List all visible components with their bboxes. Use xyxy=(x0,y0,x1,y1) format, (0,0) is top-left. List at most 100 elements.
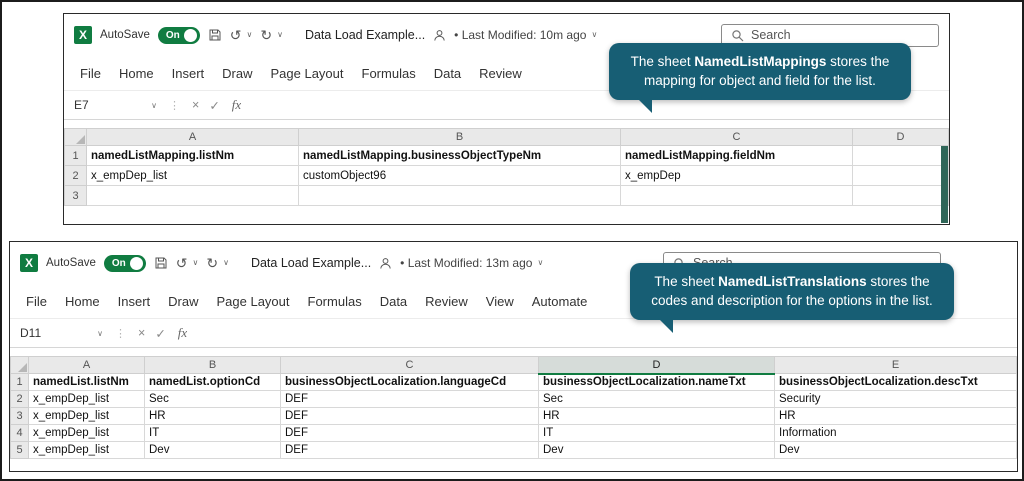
cell-A1[interactable]: namedList.listNm xyxy=(28,373,145,391)
cell-E4[interactable]: Information xyxy=(774,424,1017,442)
cell-C5[interactable]: DEF xyxy=(280,441,539,459)
ribbon-tab-data[interactable]: Data xyxy=(434,66,461,81)
cell-C2[interactable]: x_empDep xyxy=(620,165,853,186)
cell-B2[interactable]: Sec xyxy=(144,390,281,408)
cell-B1[interactable]: namedListMapping.businessObjectTypeNm xyxy=(298,145,621,166)
ribbon-tab-draw[interactable]: Draw xyxy=(168,294,198,309)
cell-D2[interactable] xyxy=(852,165,949,186)
ribbon-tab-formulas[interactable]: Formulas xyxy=(362,66,416,81)
name-box[interactable]: E7 ∨ xyxy=(74,98,162,112)
cell-B1[interactable]: namedList.optionCd xyxy=(144,373,281,391)
column-header-E[interactable]: E xyxy=(774,356,1017,374)
cell-B5[interactable]: Dev xyxy=(144,441,281,459)
cell-C4[interactable]: DEF xyxy=(280,424,539,442)
ribbon-tab-automate[interactable]: Automate xyxy=(532,294,588,309)
fx-icon[interactable]: fx xyxy=(232,97,241,113)
cell-A3[interactable] xyxy=(86,185,299,206)
fx-icon[interactable]: fx xyxy=(178,325,187,341)
chevron-down-icon[interactable]: ∨ xyxy=(193,259,199,267)
column-header-C[interactable]: C xyxy=(620,128,853,146)
ribbon-tab-file[interactable]: File xyxy=(26,294,47,309)
cell-A1[interactable]: namedListMapping.listNm xyxy=(86,145,299,166)
cell-B2[interactable]: customObject96 xyxy=(298,165,621,186)
cancel-icon[interactable]: × xyxy=(138,326,145,340)
cell-D5[interactable]: Dev xyxy=(538,441,775,459)
excel-logo-icon[interactable]: X xyxy=(74,26,92,44)
cell-C3[interactable]: DEF xyxy=(280,407,539,425)
autosave-toggle[interactable]: On xyxy=(103,254,146,272)
ribbon-tab-insert[interactable]: Insert xyxy=(118,294,151,309)
cell-C3[interactable] xyxy=(620,185,853,206)
cell-A5[interactable]: x_empDep_list xyxy=(28,441,145,459)
save-icon[interactable] xyxy=(208,28,222,42)
last-modified-label[interactable]: • Last Modified: 10m ago xyxy=(454,28,586,42)
cell-E3[interactable]: HR xyxy=(774,407,1017,425)
chevron-down-icon[interactable]: ∨ xyxy=(537,259,543,267)
cell-B4[interactable]: IT xyxy=(144,424,281,442)
document-title[interactable]: Data Load Example... xyxy=(305,28,425,42)
ribbon-tab-page-layout[interactable]: Page Layout xyxy=(271,66,344,81)
row-header-3[interactable]: 3 xyxy=(10,407,29,425)
cell-B3[interactable]: HR xyxy=(144,407,281,425)
enter-icon[interactable]: ✓ xyxy=(155,326,165,341)
column-header-D[interactable]: D xyxy=(852,128,949,146)
undo-icon[interactable]: ↺ xyxy=(230,28,242,42)
cell-B3[interactable] xyxy=(298,185,621,206)
column-header-D[interactable]: D xyxy=(538,356,775,375)
autosave-toggle[interactable]: On xyxy=(157,26,200,44)
row-header-2[interactable]: 2 xyxy=(10,390,29,408)
cell-E1[interactable]: businessObjectLocalization.descTxt xyxy=(774,373,1017,391)
row-header-5[interactable]: 5 xyxy=(10,441,29,459)
cell-D3[interactable] xyxy=(852,185,949,206)
ribbon-tab-draw[interactable]: Draw xyxy=(222,66,252,81)
cancel-icon[interactable]: × xyxy=(192,98,199,112)
cell-E5[interactable]: Dev xyxy=(774,441,1017,459)
undo-icon[interactable]: ↺ xyxy=(176,256,188,270)
document-title[interactable]: Data Load Example... xyxy=(251,256,371,270)
ribbon-tab-insert[interactable]: Insert xyxy=(172,66,205,81)
ribbon-tab-data[interactable]: Data xyxy=(380,294,407,309)
column-header-A[interactable]: A xyxy=(28,356,145,374)
cell-D4[interactable]: IT xyxy=(538,424,775,442)
ribbon-tab-review[interactable]: Review xyxy=(479,66,522,81)
name-box[interactable]: D11 ∨ xyxy=(20,326,108,340)
save-icon[interactable] xyxy=(154,256,168,270)
redo-icon[interactable]: ↻ xyxy=(206,256,218,270)
column-header-B[interactable]: B xyxy=(298,128,621,146)
excel-logo-icon[interactable]: X xyxy=(20,254,38,272)
cell-D1[interactable] xyxy=(852,145,949,166)
select-all-corner[interactable] xyxy=(64,128,87,146)
column-header-B[interactable]: B xyxy=(144,356,281,374)
enter-icon[interactable]: ✓ xyxy=(209,98,219,113)
chevron-down-icon[interactable]: ∨ xyxy=(277,31,283,39)
ribbon-tab-home[interactable]: Home xyxy=(119,66,154,81)
ribbon-tab-home[interactable]: Home xyxy=(65,294,100,309)
ribbon-tab-page-layout[interactable]: Page Layout xyxy=(217,294,290,309)
row-header-4[interactable]: 4 xyxy=(10,424,29,442)
ribbon-tab-file[interactable]: File xyxy=(80,66,101,81)
ribbon-tab-view[interactable]: View xyxy=(486,294,514,309)
cell-A2[interactable]: x_empDep_list xyxy=(86,165,299,186)
cell-A4[interactable]: x_empDep_list xyxy=(28,424,145,442)
column-header-C[interactable]: C xyxy=(280,356,539,374)
cell-D3[interactable]: HR xyxy=(538,407,775,425)
cell-E2[interactable]: Security xyxy=(774,390,1017,408)
ribbon-tab-formulas[interactable]: Formulas xyxy=(308,294,362,309)
cell-A3[interactable]: x_empDep_list xyxy=(28,407,145,425)
cell-C2[interactable]: DEF xyxy=(280,390,539,408)
last-modified-label[interactable]: • Last Modified: 13m ago xyxy=(400,256,532,270)
cell-C1[interactable]: businessObjectLocalization.languageCd xyxy=(280,373,539,391)
column-header-A[interactable]: A xyxy=(86,128,299,146)
row-header-2[interactable]: 2 xyxy=(64,165,87,186)
scrollbar-strip[interactable] xyxy=(941,146,948,223)
cell-D1[interactable]: businessObjectLocalization.nameTxt xyxy=(538,373,775,391)
select-all-corner[interactable] xyxy=(10,356,29,374)
chevron-down-icon[interactable]: ∨ xyxy=(223,259,229,267)
redo-icon[interactable]: ↻ xyxy=(260,28,272,42)
row-header-1[interactable]: 1 xyxy=(10,373,29,391)
formula-input[interactable] xyxy=(194,319,1017,347)
row-header-1[interactable]: 1 xyxy=(64,145,87,166)
chevron-down-icon[interactable]: ∨ xyxy=(247,31,253,39)
row-header-3[interactable]: 3 xyxy=(64,185,87,206)
ribbon-tab-review[interactable]: Review xyxy=(425,294,468,309)
